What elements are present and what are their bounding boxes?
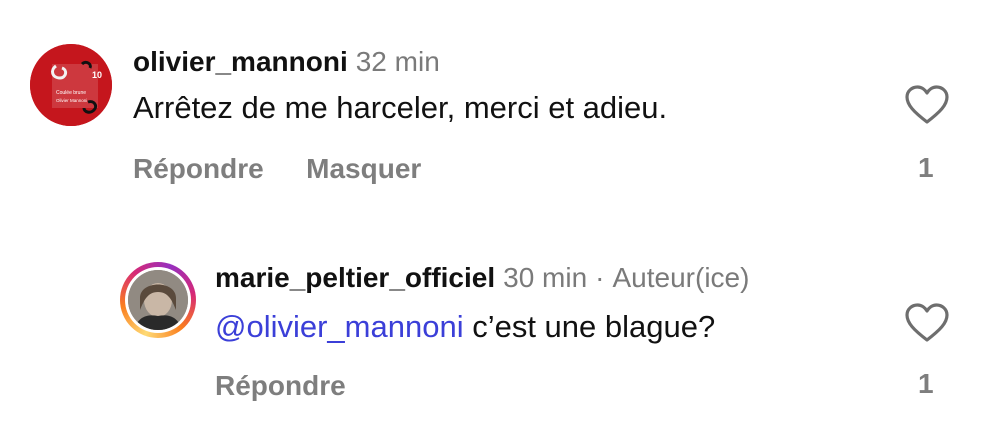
comment-text: @olivier_mannoni c’est une blague? xyxy=(215,309,715,345)
reply-button[interactable]: Répondre xyxy=(215,370,346,401)
reply-text: c’est une blague? xyxy=(463,309,716,344)
reply-comment: marie_peltier_officiel 30 min · Auteur(ice)… xyxy=(0,0,1000,421)
meta-separator: · xyxy=(595,262,605,293)
author-badge: Auteur(ice) xyxy=(612,262,750,293)
mention-link[interactable]: @olivier_mannoni xyxy=(215,309,464,344)
comment-actions: Répondre xyxy=(215,370,384,402)
like-count: 1 xyxy=(918,368,934,399)
heart-outline-icon[interactable] xyxy=(904,302,950,344)
profile-photo xyxy=(128,270,188,330)
timestamp: 30 min xyxy=(503,262,588,293)
story-ring[interactable] xyxy=(120,262,196,338)
comment-header: marie_peltier_officiel 30 min · Auteur(ice) xyxy=(215,262,749,294)
username[interactable]: marie_peltier_officiel xyxy=(215,262,495,293)
avatar xyxy=(125,267,191,333)
